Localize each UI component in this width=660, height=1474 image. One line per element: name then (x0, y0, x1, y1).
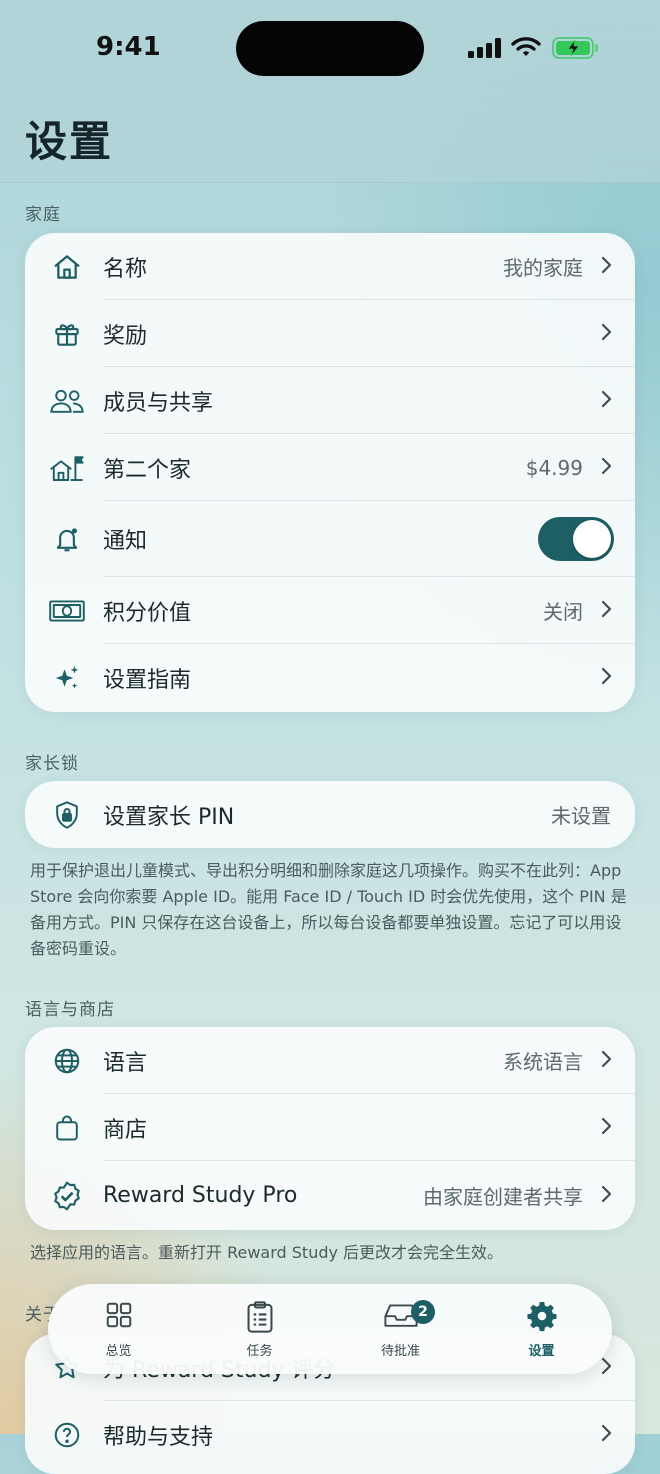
row-points-value[interactable]: 积分价值 关闭 (25, 577, 635, 644)
row-rewards[interactable]: 奖励 (25, 300, 635, 367)
clipboard-list-icon (246, 1300, 274, 1338)
tab-approvals[interactable]: 2 待批准 (330, 1284, 471, 1374)
people-icon (49, 383, 85, 419)
shopping-bag-icon (49, 1110, 85, 1146)
row-family-name[interactable]: 名称 我的家庭 (25, 233, 635, 300)
row-rewards-label: 奖励 (103, 323, 148, 349)
tab-overview-label: 总览 (105, 1344, 132, 1359)
row-second-home-label: 第二个家 (103, 457, 192, 483)
chevron-right-icon (601, 390, 613, 412)
notifications-toggle[interactable] (538, 517, 614, 561)
tab-settings[interactable]: 设置 (471, 1284, 612, 1374)
row-help-label: 帮助与支持 (103, 1424, 214, 1450)
approvals-badge: 2 (411, 1300, 435, 1324)
row-store[interactable]: 商店 (25, 1094, 635, 1161)
row-parent-pin[interactable]: 设置家长 PIN 未设置 (25, 781, 635, 848)
row-language[interactable]: 语言 系统语言 (25, 1027, 635, 1094)
tab-overview[interactable]: 总览 (48, 1284, 189, 1374)
status-bar: 9:41 (0, 0, 660, 100)
chevron-right-icon (601, 256, 613, 278)
tab-tasks-label: 任务 (246, 1344, 273, 1359)
row-second-home[interactable]: 第二个家 $4.99 (25, 434, 635, 501)
gift-icon (49, 316, 85, 352)
row-pro-label: Reward Study Pro (103, 1183, 298, 1208)
tab-settings-label: 设置 (528, 1344, 555, 1359)
row-notifications-label: 通知 (103, 529, 148, 554)
section-label-parent-lock: 家长锁 (25, 754, 79, 774)
row-store-label: 商店 (103, 1117, 148, 1143)
row-members-label: 成员与共享 (103, 390, 214, 416)
bell-icon (49, 521, 85, 557)
tab-tasks[interactable]: 任务 (189, 1284, 330, 1374)
toggle-knob (573, 520, 611, 558)
house-icon (49, 249, 85, 285)
row-family-name-value: 我的家庭 (503, 256, 583, 280)
chevron-right-icon (601, 323, 613, 345)
dynamic-island (236, 21, 424, 76)
row-members[interactable]: 成员与共享 (25, 367, 635, 434)
row-points-value-value: 关闭 (543, 600, 583, 624)
tab-approvals-label: 待批准 (380, 1344, 420, 1359)
row-second-home-price: $4.99 (525, 455, 583, 480)
chevron-right-icon (601, 1050, 613, 1072)
checkmark-seal-icon (49, 1178, 85, 1214)
row-setup-guide[interactable]: 设置指南 (25, 644, 635, 711)
house-flag-icon (49, 450, 85, 486)
chevron-right-icon (601, 667, 613, 689)
row-notifications: 通知 (25, 501, 635, 577)
row-pro-value: 由家庭创建者共享 (423, 1185, 583, 1209)
section-label-family: 家庭 (25, 205, 61, 225)
battery-charging-icon (552, 37, 600, 63)
language-store-card: 语言 系统语言 商店 Reward Study Pro 由家庭创建者共享 (25, 1027, 635, 1230)
status-time: 9:41 (96, 32, 161, 62)
row-language-label: 语言 (103, 1050, 148, 1076)
wifi-icon (511, 36, 541, 62)
chevron-right-icon (601, 600, 613, 622)
tab-bar: 总览 任务 2 待批准 设置 (48, 1284, 612, 1374)
chevron-right-icon (601, 1424, 613, 1446)
chevron-right-icon (601, 457, 613, 479)
cellular-signal-icon (468, 38, 502, 62)
row-family-name-label: 名称 (103, 256, 148, 282)
parent-lock-card: 设置家长 PIN 未设置 (25, 781, 635, 848)
globe-icon (49, 1043, 85, 1079)
parent-lock-note: 用于保护退出儿童模式、导出积分明细和删除家庭这几项操作。购买不在此列：App S… (30, 861, 627, 958)
row-parent-pin-value: 未设置 (551, 804, 611, 828)
gear-icon (526, 1300, 558, 1336)
row-pro[interactable]: Reward Study Pro 由家庭创建者共享 (25, 1161, 635, 1230)
banknote-icon (49, 593, 85, 629)
chevron-right-icon (601, 1117, 613, 1139)
lock-shield-icon (49, 797, 85, 833)
row-setup-guide-label: 设置指南 (103, 667, 192, 693)
row-language-value: 系统语言 (503, 1050, 583, 1074)
section-label-language-store: 语言与商店 (25, 1000, 115, 1020)
row-help[interactable]: 帮助与支持 (25, 1401, 635, 1468)
grid-icon (104, 1300, 134, 1334)
row-parent-pin-label: 设置家长 PIN (103, 804, 235, 830)
language-note: 选择应用的语言。重新打开 Reward Study 后更改才会完全生效。 (30, 1243, 504, 1262)
row-points-value-label: 积分价值 (103, 600, 192, 626)
sparkles-icon (49, 660, 85, 696)
question-icon (49, 1417, 85, 1453)
family-card: 名称 我的家庭 奖励 成员与共享 第二个家 $4.99 通知 积分价值 关闭 设… (25, 233, 635, 712)
chevron-right-icon (601, 1185, 613, 1207)
page-title: 设置 (25, 117, 114, 166)
